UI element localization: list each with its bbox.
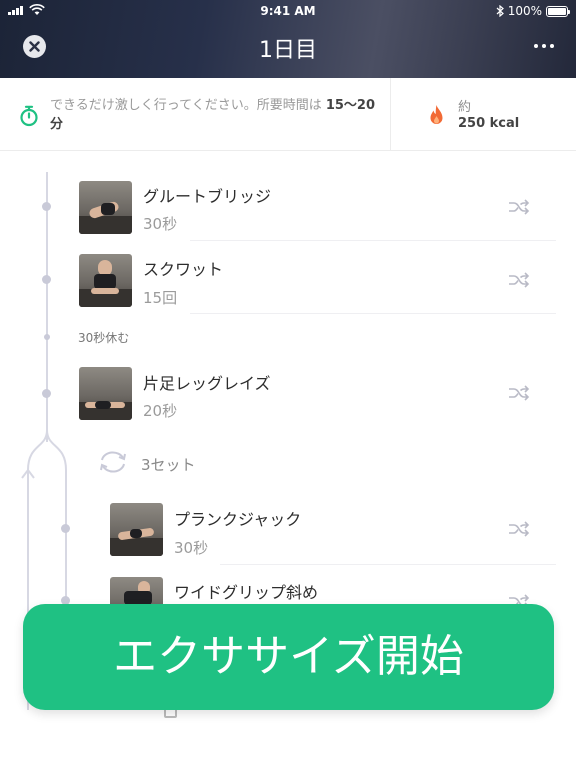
- instruction-text: できるだけ激しく行ってください。所要時間は 15〜20分: [50, 96, 380, 134]
- shuffle-icon[interactable]: [508, 521, 530, 537]
- timeline-dot: [42, 389, 51, 398]
- status-right: 100%: [496, 4, 570, 18]
- timeline-dot: [42, 202, 51, 211]
- exercise-thumbnail: [110, 503, 163, 556]
- stopwatch-icon: [20, 105, 38, 127]
- row-divider: [220, 564, 556, 565]
- exercise-detail: 15回: [143, 289, 178, 307]
- exercise-name: グルートブリッジ: [143, 187, 272, 206]
- page-title: 1日目: [259, 38, 317, 63]
- exercise-detail: 30秒: [143, 215, 178, 233]
- row-divider: [190, 313, 556, 314]
- workout-info-bar: できるだけ激しく行ってください。所要時間は 15〜20分 約 250 kcal: [0, 78, 576, 151]
- exercise-detail: 20秒: [143, 402, 178, 420]
- rest-label: 30秒休む: [78, 331, 130, 345]
- flame-icon: [430, 105, 443, 124]
- exercise-name: プランクジャック: [174, 510, 302, 529]
- repeat-icon: [100, 451, 126, 473]
- shuffle-icon[interactable]: [508, 272, 530, 288]
- status-time: 9:41 AM: [260, 4, 316, 18]
- timeline-line: [46, 172, 48, 442]
- shuffle-icon[interactable]: [508, 385, 530, 401]
- timeline-dot: [42, 275, 51, 284]
- instruction-sentence: できるだけ激しく行ってください。所要時間は: [50, 98, 322, 113]
- status-bar: 9:41 AM 100%: [0, 0, 576, 22]
- battery-icon: [546, 5, 570, 17]
- exercise-thumbnail: [79, 367, 132, 420]
- exercise-thumbnail: [79, 254, 132, 307]
- exercise-name: ワイドグリップ斜め: [174, 583, 319, 602]
- header: 9:41 AM 100% 1日目: [0, 0, 576, 78]
- calories-label: 約: [458, 100, 472, 115]
- calories-value: 250 kcal: [458, 116, 520, 131]
- exercise-name: 片足レッグレイズ: [143, 374, 271, 393]
- more-button[interactable]: [534, 44, 554, 48]
- shuffle-icon[interactable]: [508, 199, 530, 215]
- exercise-detail: 30秒: [174, 539, 209, 557]
- exercise-name: スクワット: [143, 260, 224, 279]
- start-exercise-button[interactable]: エクササイズ開始: [23, 604, 554, 710]
- instruction-panel: できるだけ激しく行ってください。所要時間は 15〜20分: [0, 78, 391, 151]
- more-dots-icon: [534, 44, 538, 48]
- timeline-dot: [44, 334, 50, 340]
- exercise-thumbnail: [79, 181, 132, 234]
- row-divider: [190, 240, 556, 241]
- battery-percent: 100%: [507, 4, 542, 18]
- bluetooth-icon: [496, 5, 504, 17]
- timeline-dot: [61, 524, 70, 533]
- sets-label: 3セット: [141, 456, 196, 474]
